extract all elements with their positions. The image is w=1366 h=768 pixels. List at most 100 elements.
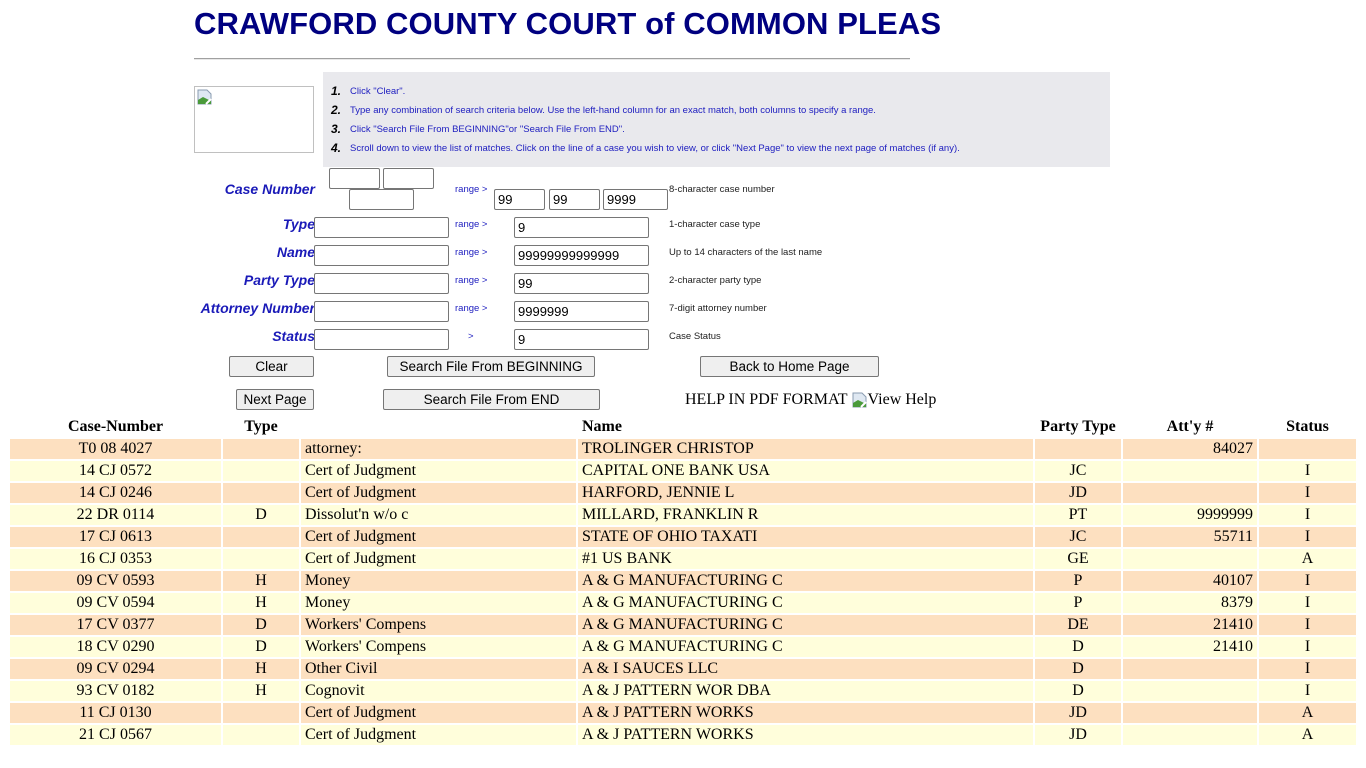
cell-name: TROLINGER CHRISTOP bbox=[578, 439, 1033, 459]
name-from-input[interactable] bbox=[314, 245, 449, 266]
case-number-to-year[interactable] bbox=[494, 189, 545, 210]
cell-party-type: D bbox=[1035, 637, 1121, 657]
case-number-from-year[interactable] bbox=[329, 168, 380, 189]
attorney-number-hint: 7-digit attorney number bbox=[669, 303, 767, 314]
next-page-button[interactable]: Next Page bbox=[236, 389, 314, 410]
table-row[interactable]: T0 08 4027 attorney: TROLINGER CHRISTOP 840… bbox=[10, 439, 1356, 459]
header-type: Type bbox=[244, 418, 278, 435]
clear-button[interactable]: Clear bbox=[229, 356, 314, 377]
cell-type: D bbox=[223, 637, 299, 657]
cell-case-number: 18 CV 0290 bbox=[10, 637, 221, 657]
cell-attorney: 55711 bbox=[1123, 527, 1257, 547]
cell-name: A & G MANUFACTURING C bbox=[578, 571, 1033, 591]
type-hint: 1-character case type bbox=[669, 219, 761, 230]
cell-status: I bbox=[1259, 637, 1356, 657]
cell-name: A & I SAUCES LLC bbox=[578, 659, 1033, 679]
cell-type: H bbox=[223, 659, 299, 679]
table-row[interactable]: 93 CV 0182 H Cognovit A & J PATTERN WOR DBA… bbox=[10, 681, 1356, 701]
table-row[interactable]: 22 DR 0114 D Dissolut'n w/o c MILLARD, FRAN… bbox=[10, 505, 1356, 525]
cell-party-type: DE bbox=[1035, 615, 1121, 635]
attorney-number-label: Attorney Number bbox=[200, 300, 315, 316]
instructions-panel: 1. Click "Clear". 2. Type any combinatio… bbox=[323, 72, 1110, 167]
attorney-number-from-input[interactable] bbox=[314, 301, 449, 322]
view-help-link[interactable]: View Help bbox=[868, 391, 937, 409]
cell-case-number: 21 CJ 0567 bbox=[10, 725, 221, 745]
attorney-number-range-label: range > bbox=[455, 303, 488, 314]
step-text: Scroll down to view the list of matches.… bbox=[350, 142, 960, 154]
case-number-from-type[interactable] bbox=[383, 168, 434, 189]
case-number-to-type[interactable] bbox=[549, 189, 600, 210]
cell-case-number: 17 CJ 0613 bbox=[10, 527, 221, 547]
cell-description: Cert of Judgment bbox=[301, 549, 576, 569]
table-row[interactable]: 09 CV 0594 H Money A & G MANUFACTURING C P 83… bbox=[10, 593, 1356, 613]
cell-type: H bbox=[223, 681, 299, 701]
header-attorney: Att'y # bbox=[1166, 418, 1214, 435]
name-hint: Up to 14 characters of the last name bbox=[669, 247, 823, 258]
logo-image-placeholder bbox=[194, 86, 314, 153]
table-row[interactable]: 09 CV 0593 H Money A & G MANUFACTURING C P 40… bbox=[10, 571, 1356, 591]
status-from-input[interactable] bbox=[314, 329, 449, 350]
cell-status: I bbox=[1259, 681, 1356, 701]
cell-name: A & J PATTERN WORKS bbox=[578, 703, 1033, 723]
cell-name: A & J PATTERN WORKS bbox=[578, 725, 1033, 745]
table-row[interactable]: 18 CV 0290 D Workers' Compens A & G MANUFAC… bbox=[10, 637, 1356, 657]
table-row[interactable]: 21 CJ 0567 Cert of Judgment A & J PATTERN … bbox=[10, 725, 1356, 745]
cell-case-number: 09 CV 0593 bbox=[10, 571, 221, 591]
type-from-input[interactable] bbox=[314, 217, 449, 238]
cell-type bbox=[223, 703, 299, 723]
name-range-label: range > bbox=[455, 247, 488, 258]
case-number-from-seq[interactable] bbox=[349, 189, 414, 210]
cell-name: A & J PATTERN WOR DBA bbox=[578, 681, 1033, 701]
table-row[interactable]: 17 CV 0377 D Workers' Compens A & G MANUFAC… bbox=[10, 615, 1356, 635]
cell-status: I bbox=[1259, 483, 1356, 503]
cell-status: I bbox=[1259, 659, 1356, 679]
cell-description: Cert of Judgment bbox=[301, 703, 576, 723]
cell-case-number: T0 08 4027 bbox=[10, 439, 221, 459]
cell-party-type: D bbox=[1035, 659, 1121, 679]
search-beginning-button[interactable]: Search File From BEGINNING bbox=[387, 356, 595, 377]
party-type-range-label: range > bbox=[455, 275, 488, 286]
type-to-input[interactable] bbox=[514, 217, 649, 238]
table-row[interactable]: 14 CJ 0246 Cert of Judgment HARFORD, JENNI… bbox=[10, 483, 1356, 503]
cell-attorney bbox=[1123, 703, 1257, 723]
cell-name: STATE OF OHIO TAXATI bbox=[578, 527, 1033, 547]
name-to-input[interactable] bbox=[514, 245, 649, 266]
attorney-number-to-input[interactable] bbox=[514, 301, 649, 322]
table-row[interactable]: 16 CJ 0353 Cert of Judgment #1 US BANK GE A bbox=[10, 549, 1356, 569]
cell-status: I bbox=[1259, 505, 1356, 525]
results-table: Case-Number Type Name Party Type Att'y #… bbox=[8, 415, 1358, 747]
party-type-label: Party Type bbox=[243, 272, 315, 288]
table-row[interactable]: 17 CJ 0613 Cert of Judgment STATE OF OHIO … bbox=[10, 527, 1356, 547]
cell-name: CAPITAL ONE BANK USA bbox=[578, 461, 1033, 481]
party-type-hint: 2-character party type bbox=[669, 275, 762, 286]
cell-party-type: P bbox=[1035, 593, 1121, 613]
cell-description: Cert of Judgment bbox=[301, 725, 576, 745]
table-row[interactable]: 14 CJ 0572 Cert of Judgment CAPITAL ONE BA… bbox=[10, 461, 1356, 481]
status-to-input[interactable] bbox=[514, 329, 649, 350]
cell-attorney bbox=[1123, 483, 1257, 503]
case-number-to-seq[interactable] bbox=[603, 189, 668, 210]
cell-name: A & G MANUFACTURING C bbox=[578, 637, 1033, 657]
back-home-button[interactable]: Back to Home Page bbox=[700, 356, 879, 377]
cell-attorney: 40107 bbox=[1123, 571, 1257, 591]
cell-status: A bbox=[1259, 725, 1356, 745]
table-row[interactable]: 11 CJ 0130 Cert of Judgment A & J PATTERN … bbox=[10, 703, 1356, 723]
cell-case-number: 09 CV 0594 bbox=[10, 593, 221, 613]
cell-type: H bbox=[223, 571, 299, 591]
table-row[interactable]: 09 CV 0294 H Other Civil A & I SAUCES LLC D I bbox=[10, 659, 1356, 679]
cell-party-type: JC bbox=[1035, 527, 1121, 547]
status-label: Status bbox=[272, 328, 315, 344]
step-text: Click "Search File From BEGINNING"or "Se… bbox=[350, 123, 625, 135]
header-name: Name bbox=[582, 418, 622, 435]
cell-name: HARFORD, JENNIE L bbox=[578, 483, 1033, 503]
header-party-type: Party Type bbox=[1040, 418, 1116, 435]
party-type-from-input[interactable] bbox=[314, 273, 449, 294]
cell-party-type: JC bbox=[1035, 461, 1121, 481]
cell-status: I bbox=[1259, 615, 1356, 635]
results-body: T0 08 4027 attorney: TROLINGER CHRISTOP 840… bbox=[10, 439, 1356, 745]
party-type-to-input[interactable] bbox=[514, 273, 649, 294]
cell-attorney bbox=[1123, 681, 1257, 701]
cell-type bbox=[223, 461, 299, 481]
table-header-row: Case-Number Type Name Party Type Att'y #… bbox=[10, 417, 1356, 437]
search-end-button[interactable]: Search File From END bbox=[383, 389, 600, 410]
